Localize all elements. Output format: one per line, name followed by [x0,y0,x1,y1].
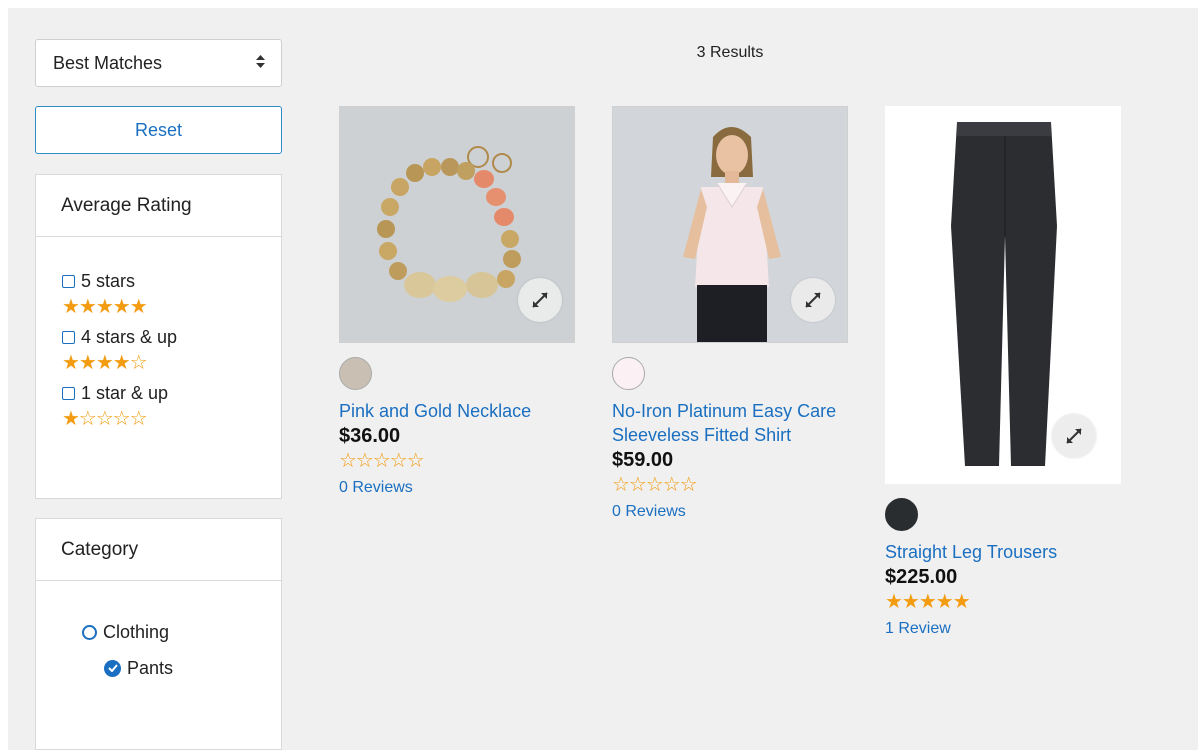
star-rating-icon: ☆☆☆☆☆ [612,474,698,496]
reviews-link[interactable]: 1 Review [885,620,1121,638]
reset-button[interactable]: Reset [35,106,282,154]
sort-arrows-icon [256,55,265,71]
color-swatch[interactable] [885,498,918,531]
category-filter-panel: Category Clothing Pants [35,518,282,750]
page: Best Matches Reset Average Rating 5 star… [8,8,1198,750]
expand-icon[interactable] [791,278,835,322]
radio-checked-icon[interactable] [104,659,121,677]
star-rating-icon: ★☆☆☆☆ [62,408,148,430]
star-rating-icon: ★★★★★ [62,296,148,318]
product-name-link[interactable]: Straight Leg Trousers [885,540,1121,564]
checkbox-icon[interactable] [62,386,75,400]
product-image-trousers[interactable] [885,106,1121,484]
category-list: Clothing Pants [36,581,281,686]
sort-select-value: Best Matches [53,52,163,73]
product-price: $36.00 [339,425,401,447]
rating-filter-list: 5 stars ★★★★★ 4 stars & up ★★★★☆ 1 star … [36,237,281,437]
category-item-label: Clothing [103,621,170,642]
expand-icon[interactable] [518,278,562,322]
category-filter-title: Category [36,519,281,581]
star-rating-icon: ★★★★★ [885,591,971,613]
product-image-shirt[interactable] [612,106,848,343]
radio-unchecked-icon[interactable] [82,624,97,640]
results-count: 3 Results [696,44,764,61]
product-price: $59.00 [612,449,674,471]
reviews-link[interactable]: 0 Reviews [339,479,575,497]
product-image-necklace[interactable] [339,106,575,343]
product-card: Straight Leg Trousers $225.00 ★★★★★ 1 Re… [885,106,1121,638]
rating-filter-title: Average Rating [36,175,281,237]
product-card: No-Iron Platinum Easy Care Sleeveless Fi… [612,106,848,521]
star-rating-icon: ★★★★☆ [62,352,148,374]
product-card: Pink and Gold Necklace $36.00 ☆☆☆☆☆ 0 Re… [339,106,575,497]
checkbox-icon[interactable] [62,330,75,344]
rating-filter-panel: Average Rating 5 stars ★★★★★ 4 stars & u… [35,174,282,499]
color-swatch[interactable] [612,357,645,390]
expand-icon[interactable] [1052,414,1096,458]
category-item-pants[interactable]: Pants [36,650,281,686]
star-rating-icon: ☆☆☆☆☆ [339,450,425,472]
product-price: $225.00 [885,566,958,588]
category-item-clothing[interactable]: Clothing [36,614,281,650]
color-swatch[interactable] [339,357,372,390]
product-name-link[interactable]: Pink and Gold Necklace [339,399,575,423]
reviews-link[interactable]: 0 Reviews [612,503,848,521]
product-name-link[interactable]: No-Iron Platinum Easy Care Sleeveless Fi… [612,399,848,447]
sort-select[interactable]: Best Matches [35,39,282,87]
category-item-label: Pants [127,657,174,678]
checkbox-icon[interactable] [62,274,75,288]
